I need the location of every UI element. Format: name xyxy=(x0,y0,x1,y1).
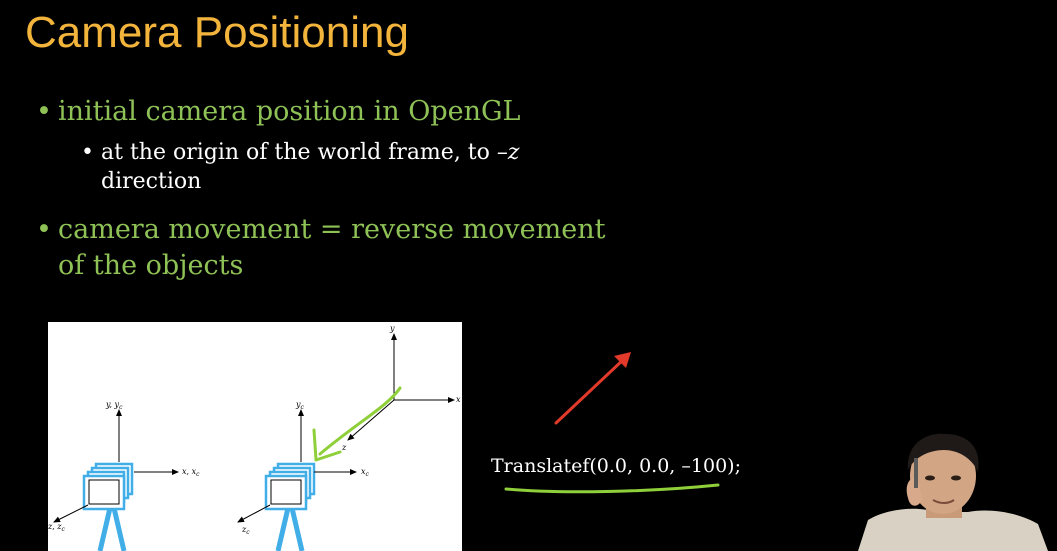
camera-lens xyxy=(270,479,302,505)
right-cam-x-label: xc xyxy=(361,467,370,478)
presenter-figure xyxy=(848,428,1057,551)
green-motion-arrow xyxy=(318,386,402,456)
presenter-eye xyxy=(925,475,935,481)
tripod-leg xyxy=(97,507,113,551)
slide: Camera Positioning • initial camera posi… xyxy=(0,0,1057,551)
bullet-text: initial camera position in OpenGL xyxy=(58,96,521,127)
bullet-camera-movement: • camera movement = reverse movement of … xyxy=(36,212,606,284)
tripod-leg xyxy=(111,507,127,551)
world-y-label: y xyxy=(389,324,395,333)
right-cam-z-label: zc xyxy=(241,525,250,536)
green-underline xyxy=(504,483,720,494)
left-z-label: z, zc xyxy=(48,522,66,533)
sub-bullet-line1: at the origin of the world frame, to – xyxy=(101,140,508,165)
left-camera-group: y, yc x, xc z, zc xyxy=(48,400,200,551)
bullet-line1: camera movement = reverse movement xyxy=(58,214,606,245)
world-z-axis xyxy=(347,399,395,441)
presenter-video xyxy=(848,428,1057,551)
sub-bullet-origin: • at the origin of the world frame, to –… xyxy=(81,138,520,196)
left-x-label: x, xc xyxy=(182,467,200,478)
red-arrow-line xyxy=(554,357,626,425)
green-arrowhead xyxy=(312,428,342,462)
right-camera-group: yc xc zc y x z xyxy=(237,324,461,551)
sub-bullet-dot: • xyxy=(81,140,94,165)
camera-lens xyxy=(88,479,120,505)
bullet-dot: • xyxy=(36,96,52,127)
sub-bullet-line2: direction xyxy=(101,169,202,194)
left-z-axis xyxy=(53,504,89,523)
right-cam-z-axis xyxy=(237,504,271,523)
red-arrowhead xyxy=(614,352,631,368)
bullet-dot: • xyxy=(36,214,52,245)
presenter-eye xyxy=(951,475,961,481)
world-x-label: x xyxy=(456,395,461,404)
bullet-initial-camera: • initial camera position in OpenGL xyxy=(36,94,521,130)
slide-title: Camera Positioning xyxy=(25,8,409,57)
tripod-leg xyxy=(275,507,291,551)
right-cam-y-label: yc xyxy=(295,400,305,411)
camera-frames-diagram: y, yc x, xc z, zc yc xc zc y x z xyxy=(48,324,461,551)
world-z-label: z xyxy=(341,443,347,452)
bullet-line2: of the objects xyxy=(58,250,244,281)
tripod-leg xyxy=(289,507,305,551)
camera-frames-figure: y, yc x, xc z, zc yc xc zc y x z xyxy=(48,322,462,551)
presenter-pen xyxy=(914,458,918,488)
left-y-label: y, yc xyxy=(105,400,123,411)
sub-bullet-var: z xyxy=(507,140,520,165)
translate-code: Translatef(0.0, 0.0, –100); xyxy=(491,455,741,477)
